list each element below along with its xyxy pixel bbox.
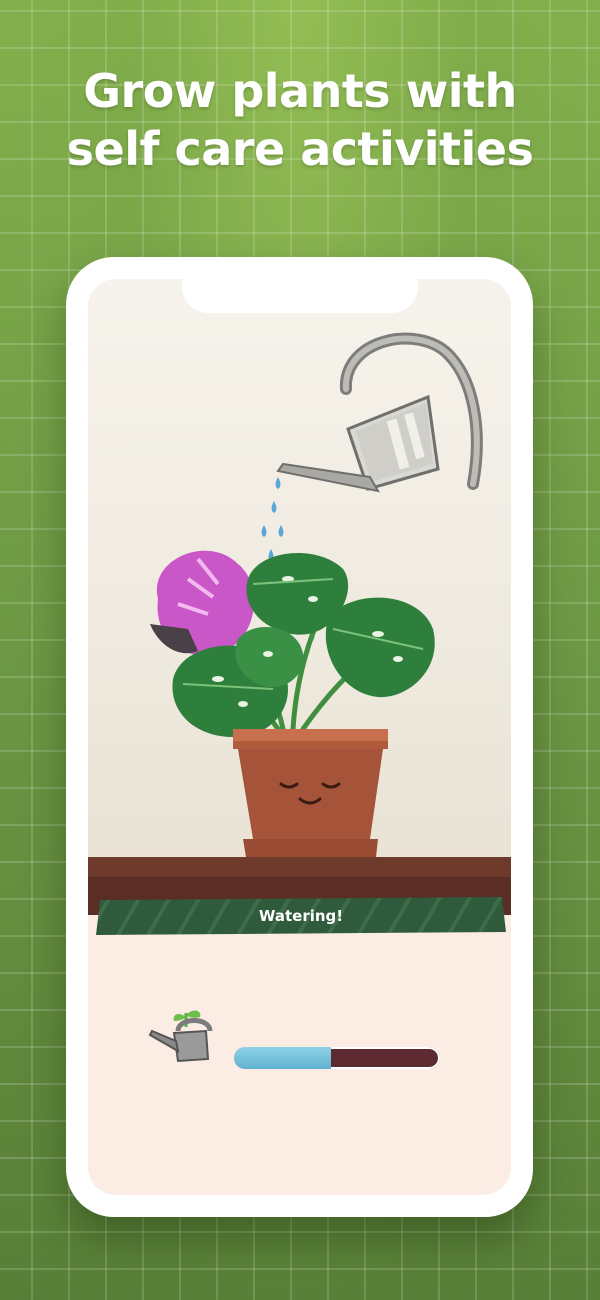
activity-banner: Watering! [96,897,506,935]
plant-scene [150,332,483,857]
phone-notch [182,257,418,313]
shelf-top [88,857,511,877]
headline-line-1: Grow plants with [83,64,517,118]
progress-fill [234,1047,331,1069]
banner-label: Watering! [258,907,344,925]
watering-can-illustration [276,332,483,493]
flower-pot [233,729,388,857]
phone-frame: Watering! [66,257,533,1217]
app-screen: Watering! [88,279,511,1195]
headline-line-2: self care activities [66,122,534,176]
headline: Grow plants with self care activities [0,62,600,178]
watering-progress-bar [234,1047,440,1069]
watering-can-icon [148,1010,213,1063]
